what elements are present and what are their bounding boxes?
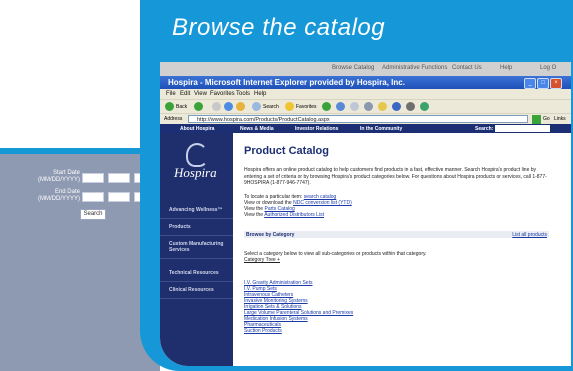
caption-title: Browse the catalog (172, 14, 386, 41)
mail-icon[interactable] (350, 102, 359, 111)
address-label: Address (164, 116, 183, 122)
site-search-input[interactable] (495, 125, 550, 132)
discuss-icon[interactable] (406, 102, 415, 111)
browse-heading: Browse by Category (246, 232, 295, 238)
back-icon[interactable] (165, 102, 174, 111)
admin-functions-link[interactable]: Administrative Functions (382, 65, 447, 71)
minimize-icon[interactable]: _ (524, 78, 536, 89)
log-out-link[interactable]: Log O (540, 65, 556, 71)
screenshot-area: Browse Catalog Administrative Functions … (160, 62, 571, 366)
site-search-label: Search: (475, 126, 494, 132)
help-link[interactable]: Help (500, 65, 512, 71)
hospira-logo-icon (186, 143, 208, 167)
menu-favorites[interactable]: Favorites (210, 91, 235, 97)
distributors-link[interactable]: Authorized Distributors List (264, 212, 324, 218)
sidebar-item-technical[interactable]: Technical Resources (160, 264, 233, 282)
end-date-label: End Date (MM/DD/YYYY) (38, 189, 80, 202)
site-sidebar: Hospira Advancing Wellness™ Products Cus… (160, 133, 233, 366)
distributors-line: View the Authorized Distributors List (244, 212, 324, 218)
browser-toolbar: Back Search Favorites (160, 99, 571, 114)
sidebar-item-products[interactable]: Products (160, 218, 233, 236)
history-icon[interactable] (336, 102, 345, 111)
category-band: Browse by Category List all products (244, 231, 549, 238)
end-day-field[interactable] (108, 192, 130, 202)
nav-about[interactable]: About Hospira (180, 126, 214, 132)
page-title: Product Catalog (244, 145, 329, 157)
list-item[interactable]: Suction Products (244, 328, 464, 334)
sidebar-item-wellness[interactable]: Advancing Wellness™ (160, 201, 233, 219)
edit-icon[interactable] (392, 102, 401, 111)
media-icon[interactable] (322, 102, 331, 111)
favorites-label[interactable]: Favorites (296, 104, 317, 110)
home-icon[interactable] (236, 102, 245, 111)
close-icon[interactable]: × (550, 78, 562, 89)
forward-icon[interactable] (194, 102, 203, 111)
background-app-panel: Start Date (MM/DD/YYYY) End Date (MM/DD/YY… (0, 128, 160, 371)
links-label[interactable]: Links (554, 116, 566, 122)
nav-community[interactable]: In the Community (360, 126, 402, 132)
menu-view[interactable]: View (194, 91, 207, 97)
start-day-field[interactable] (108, 173, 130, 183)
folder-icon[interactable] (378, 102, 387, 111)
sidebar-item-clinical[interactable]: Clinical Resources (160, 281, 233, 299)
menu-edit[interactable]: Edit (180, 91, 190, 97)
favorites-icon[interactable] (285, 102, 294, 111)
logo-text: Hospira (174, 165, 217, 180)
nav-investor[interactable]: Investor Relations (295, 126, 338, 132)
top-left-frame (0, 0, 162, 154)
menu-help[interactable]: Help (254, 91, 266, 97)
maximize-icon[interactable]: □ (537, 78, 549, 89)
app-toolbar: Browse Catalog Administrative Functions … (160, 62, 571, 76)
start-month-field[interactable] (82, 173, 104, 183)
search-button[interactable]: Search (80, 209, 106, 220)
search-icon[interactable] (252, 102, 261, 111)
site-nav: About Hospira News & Media Investor Rela… (160, 124, 571, 133)
window-title: Hospira - Microsoft Internet Explorer pr… (168, 78, 405, 87)
menu-tools[interactable]: Tools (236, 91, 250, 97)
browser-window: Hospira - Microsoft Internet Explorer pr… (160, 76, 571, 366)
main-content: Product Catalog Hospira offers an online… (233, 133, 571, 366)
go-label[interactable]: Go (543, 116, 550, 122)
contact-us-link[interactable]: Contact Us (452, 65, 482, 71)
start-date-label: Start Date (MM/DD/YYYY) (38, 170, 80, 183)
list-all-products-link[interactable]: List all products (512, 232, 547, 238)
menu-bar: File Edit View Favorites Tools Help (160, 89, 571, 99)
intro-text: Hospira offers an online product catalog… (244, 167, 547, 186)
url-field[interactable]: http://www.hospira.com/Products/ProductC… (188, 115, 528, 123)
end-month-field[interactable] (82, 192, 104, 202)
messenger-icon[interactable] (420, 102, 429, 111)
browse-catalog-link[interactable]: Browse Catalog (332, 65, 374, 71)
stop-icon[interactable] (212, 102, 221, 111)
refresh-icon[interactable] (224, 102, 233, 111)
sidebar-item-manufacturing[interactable]: Custom Manufacturing Services (160, 235, 233, 259)
search-label[interactable]: Search (263, 104, 279, 110)
menu-file[interactable]: File (166, 91, 176, 97)
category-tree-link[interactable]: Category Tree + (244, 257, 549, 264)
category-list: I.V. Gravity Administration Sets I.V. Pu… (244, 280, 464, 334)
nav-news[interactable]: News & Media (240, 126, 274, 132)
title-bar: Hospira - Microsoft Internet Explorer pr… (160, 76, 571, 89)
print-icon[interactable] (364, 102, 373, 111)
back-label: Back (176, 104, 188, 110)
go-icon[interactable] (532, 115, 541, 124)
